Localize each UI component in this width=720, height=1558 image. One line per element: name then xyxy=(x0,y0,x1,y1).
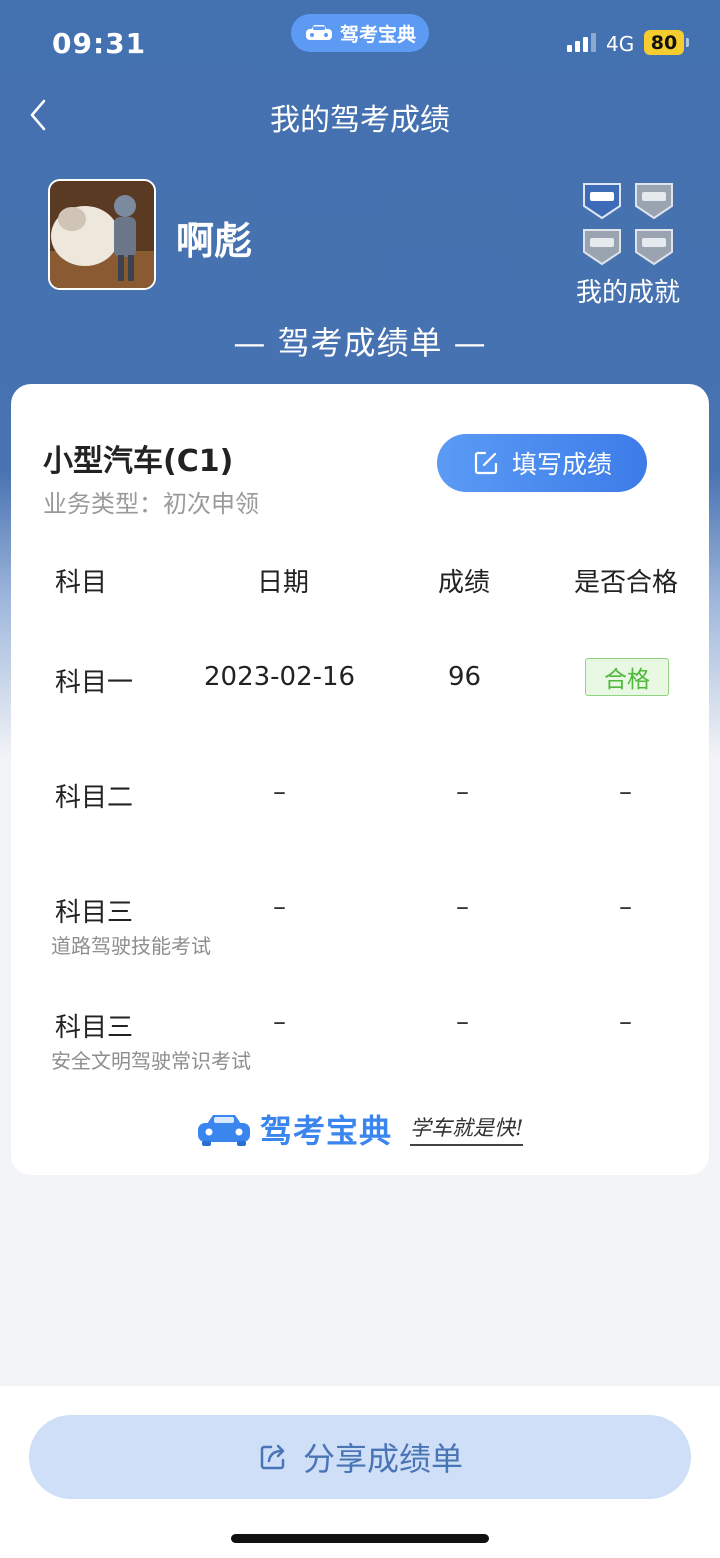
business-type: 业务类型：初次申领 xyxy=(43,490,259,518)
app-indicator-pill[interactable]: 驾考宝典 xyxy=(291,14,429,52)
back-chevron-icon[interactable] xyxy=(24,95,54,135)
achievement-badges[interactable] xyxy=(578,180,678,266)
achievements-link[interactable]: 我的成就 xyxy=(566,272,690,309)
pass-badge: 合格 xyxy=(585,658,669,696)
page-title: 我的驾考成绩 xyxy=(270,103,450,138)
badge-icon xyxy=(635,229,673,266)
row4-date: – xyxy=(273,1007,286,1037)
row3-subject: 科目三 xyxy=(55,898,134,928)
row2-subject: 科目二 xyxy=(55,783,134,813)
row3-status: – xyxy=(619,892,632,922)
header-date: 日期 xyxy=(257,568,310,598)
status-bar: 09:31 驾考宝典 4G 80 xyxy=(0,0,720,90)
row1-date: 2023-02-16 xyxy=(204,662,356,692)
header-subject: 科目 xyxy=(55,568,108,598)
home-indicator xyxy=(231,1534,489,1543)
signal-icon xyxy=(567,33,596,52)
car-logo-icon xyxy=(198,1115,250,1146)
network-type: 4G xyxy=(606,32,635,56)
row3-date: – xyxy=(273,892,286,922)
badge-icon xyxy=(583,229,621,266)
share-label: 分享成绩单 xyxy=(302,1440,463,1478)
share-icon xyxy=(260,1444,285,1470)
fill-score-label: 填写成绩 xyxy=(511,450,612,479)
fill-score-button[interactable]: 填写成绩 xyxy=(437,434,647,492)
row4-subject: 科目三 xyxy=(55,1013,134,1043)
badge-icon xyxy=(583,183,621,220)
share-score-button[interactable]: 分享成绩单 xyxy=(29,1415,691,1499)
app-pill-label: 驾考宝典 xyxy=(339,23,416,46)
row2-score: – xyxy=(456,777,469,807)
edit-icon xyxy=(474,451,498,475)
score-sheet-title: — 驾考成绩单 — xyxy=(233,324,487,362)
row4-subtitle: 安全文明驾驶常识考试 xyxy=(51,1049,251,1073)
brand-slogan: 学车就是快! xyxy=(410,1112,524,1146)
license-type: 小型汽车(C1) xyxy=(43,444,234,479)
row4-status: – xyxy=(619,1007,632,1037)
row4-score: – xyxy=(456,1007,469,1037)
battery-icon: 80 xyxy=(644,30,684,55)
row3-subtitle: 道路驾驶技能考试 xyxy=(51,934,211,958)
row2-date: – xyxy=(273,777,286,807)
car-icon xyxy=(305,25,332,40)
username: 啊彪 xyxy=(176,219,253,263)
header-pass: 是否合格 xyxy=(574,568,679,598)
header-score: 成绩 xyxy=(438,568,491,598)
badge-icon xyxy=(635,183,673,220)
row3-score: – xyxy=(456,892,469,922)
battery-tip xyxy=(686,38,689,47)
brand-name: 驾考宝典 xyxy=(260,1112,393,1150)
score-card: 小型汽车(C1) 业务类型：初次申领 填写成绩 科目 日期 成绩 是否合格 科目… xyxy=(11,384,709,1175)
row1-score: 96 xyxy=(448,662,482,692)
row2-status: – xyxy=(619,777,632,807)
row1-subject: 科目一 xyxy=(55,668,134,698)
brand-footer: 驾考宝典 学车就是快! xyxy=(196,1106,524,1152)
status-time: 09:31 xyxy=(52,27,147,60)
avatar[interactable] xyxy=(48,179,156,290)
